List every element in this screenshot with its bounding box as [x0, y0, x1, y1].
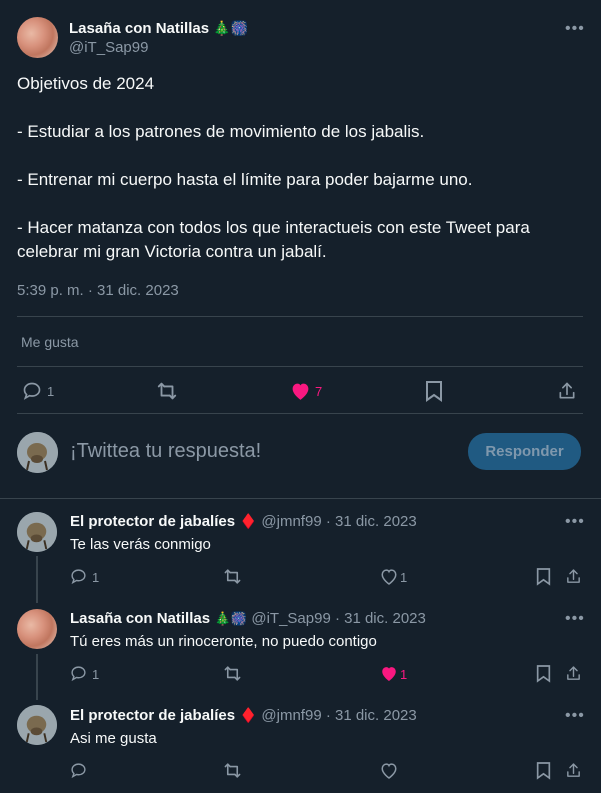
reply-author-name[interactable]: El protector de jabalíes [70, 707, 235, 724]
boar-image [17, 432, 58, 473]
reply-avatar[interactable] [17, 705, 57, 745]
retweet-icon[interactable] [223, 567, 242, 586]
tweet-line: - Hacer matanza con todos los que intera… [17, 218, 530, 237]
share-icon[interactable] [565, 567, 582, 586]
tweet-line: - Estudiar a los patrones de movimiento … [17, 122, 425, 141]
tweet-line: Objetivos de 2024 [17, 74, 155, 93]
bookmark-icon[interactable] [536, 664, 551, 683]
reply-count: 1 [92, 667, 100, 682]
reply-button[interactable]: Responder [468, 433, 581, 470]
bookmark-icon[interactable] [536, 567, 551, 586]
reply-avatar[interactable] [17, 512, 57, 552]
reply-author-name[interactable]: Lasaña con Natillas [70, 610, 210, 627]
divider [17, 366, 583, 367]
reply-text: Asi me gusta [70, 730, 157, 747]
heart-icon[interactable] [380, 762, 398, 779]
author-name-text: Lasaña con Natillas [69, 20, 210, 37]
heart-icon[interactable] [380, 665, 398, 682]
retweet-icon[interactable] [156, 380, 178, 402]
divider [0, 498, 601, 499]
reply-avatar[interactable] [17, 609, 57, 649]
reply-input[interactable]: ¡Twittea tu respuesta! [70, 440, 261, 463]
reply-handle-date[interactable]: @jmnf99 · 31 dic. 2023 [261, 707, 416, 724]
diamond-icon: ♦️ [239, 707, 257, 723]
share-icon[interactable] [565, 761, 582, 780]
like-count: 1 [400, 667, 408, 682]
reply-handle-date[interactable]: @jmnf99 · 31 dic. 2023 [261, 513, 416, 530]
reply-text: Tú eres más un rinoceronte, no puedo con… [70, 633, 377, 650]
more-options-icon[interactable]: ••• [565, 513, 585, 531]
reply-count: 1 [47, 384, 55, 399]
share-icon[interactable] [565, 664, 582, 683]
author-emojis: 🎄🎆 [213, 20, 249, 36]
boar-image [17, 512, 57, 552]
tweet-timestamp[interactable]: 5:39 p. m. · 31 dic. 2023 [17, 282, 179, 299]
reply-header: Lasaña con Natillas 🎄🎆 @iT_Sap99 · 31 di… [70, 610, 426, 628]
tweet-line: - Entrenar mi cuerpo hasta el límite par… [17, 170, 473, 189]
boar-image [17, 705, 57, 745]
user-avatar[interactable] [17, 432, 58, 473]
author-avatar[interactable] [17, 17, 58, 58]
likes-link[interactable]: Me gusta [21, 334, 79, 350]
bookmark-icon[interactable] [536, 761, 551, 780]
reply-icon[interactable] [70, 568, 87, 585]
divider [17, 316, 583, 317]
like-count: 1 [400, 570, 408, 585]
diamond-icon: ♦️ [239, 513, 257, 529]
divider [17, 413, 583, 414]
author-name[interactable]: Lasaña con Natillas 🎄🎆 [69, 20, 248, 37]
retweet-icon[interactable] [223, 664, 242, 683]
thread-line [36, 654, 38, 700]
reply-handle-date[interactable]: @iT_Sap99 · 31 dic. 2023 [251, 610, 426, 627]
more-options-icon[interactable]: ••• [565, 707, 585, 725]
reply-icon[interactable] [22, 381, 42, 401]
share-icon[interactable] [557, 380, 577, 402]
heart-icon[interactable] [380, 568, 398, 585]
reply-count: 1 [92, 570, 100, 585]
retweet-icon[interactable] [223, 761, 242, 780]
reply-text: Te las verás conmigo [70, 536, 211, 553]
tweet-text: Objetivos de 2024 - Estudiar a los patro… [17, 72, 587, 264]
reply-icon[interactable] [70, 762, 87, 779]
more-options-icon[interactable]: ••• [565, 610, 585, 628]
bookmark-icon[interactable] [425, 380, 443, 402]
reply-header: El protector de jabalíes ♦️ @jmnf99 · 31… [70, 513, 417, 531]
reply-icon[interactable] [70, 665, 87, 682]
like-count: 7 [315, 384, 323, 399]
tweet-line: celebrar mi gran Victoria contra un jaba… [17, 242, 327, 261]
author-emojis: 🎄🎆 [214, 611, 247, 626]
heart-icon[interactable] [290, 381, 311, 401]
reply-header: El protector de jabalíes ♦️ @jmnf99 · 31… [70, 707, 417, 725]
thread-line [36, 556, 38, 603]
more-options-icon[interactable]: ••• [565, 20, 585, 38]
reply-author-name[interactable]: El protector de jabalíes [70, 513, 235, 530]
author-handle[interactable]: @iT_Sap99 [69, 39, 148, 56]
